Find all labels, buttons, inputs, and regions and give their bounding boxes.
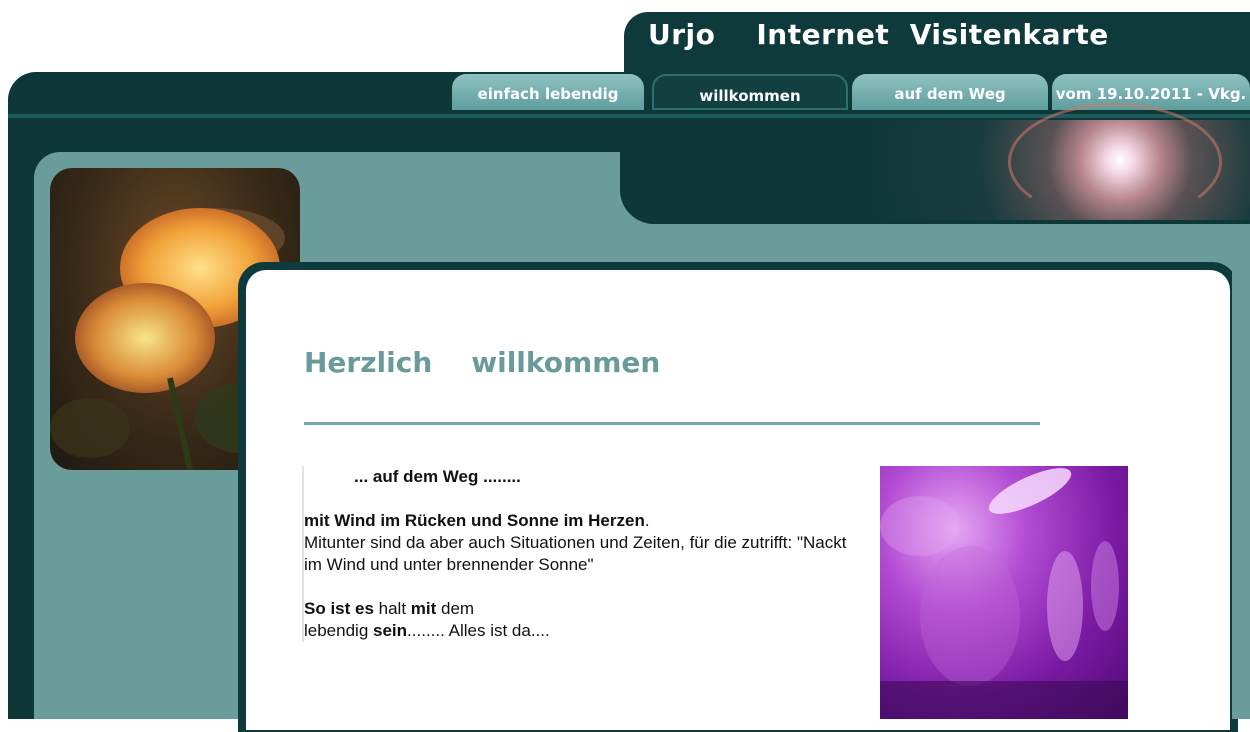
intro-paragraph-2: Mitunter sind da aber auch Situationen u… — [304, 533, 847, 574]
mit: mit — [410, 599, 437, 618]
sein: sein — [373, 621, 408, 640]
intro-period: . — [644, 511, 650, 530]
tab-willkommen[interactable]: willkommen — [652, 74, 848, 110]
halt: halt — [373, 599, 411, 618]
page-heading: Herzlich willkommen — [304, 346, 661, 379]
intro-paragraph-1: mit Wind im Rücken und Sonne im Herzen. — [304, 510, 864, 532]
intro-paragraph-3: So ist es halt mit dem — [304, 598, 864, 620]
intro-subtitle: ... auf dem Weg ........ — [354, 467, 521, 486]
tab-auf-dem-weg[interactable]: auf dem Weg — [852, 74, 1048, 110]
tab-vom-19-10-2011[interactable]: vom 19.10.2011 - Vkg. — [1052, 74, 1250, 110]
purple-abstract-illustration — [880, 468, 1128, 719]
site-title: Urjo Internet Visitenkarte — [648, 18, 1109, 51]
dem: dem — [436, 599, 475, 618]
so-ist-es: So ist es — [304, 599, 374, 618]
sun-glow-ring — [1008, 103, 1222, 221]
tab-einfach-lebendig[interactable]: einfach lebendig — [452, 74, 644, 110]
alles-ist-da: ........ Alles ist da.... — [407, 621, 550, 640]
intro-bold-text: mit Wind im Rücken und Sonne im Herzen — [304, 511, 645, 530]
heading-divider — [304, 422, 1040, 425]
lebendig: lebendig — [304, 621, 374, 640]
panel-right-edge — [1232, 224, 1250, 719]
purple-abstract-photo — [880, 466, 1128, 719]
intro-paragraph-4: lebendig sein........ Alles ist da.... — [304, 620, 864, 642]
intro-text: ... auf dem Weg ........ mit Wind im Rüc… — [302, 466, 864, 642]
